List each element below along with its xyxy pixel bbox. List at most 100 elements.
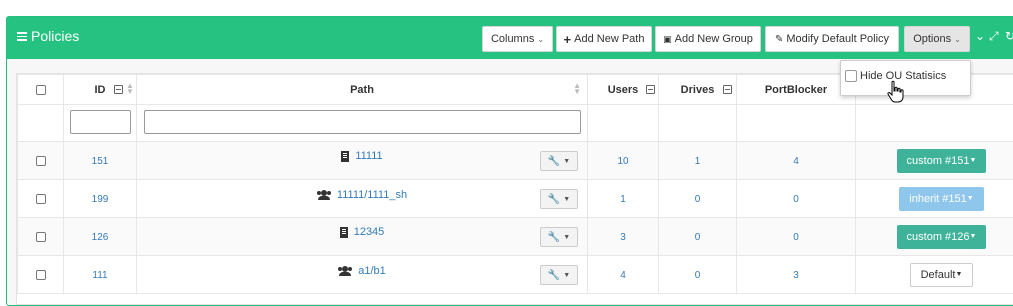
row-checkbox[interactable] [36, 194, 46, 204]
id-cell: 199 [64, 180, 137, 218]
policy-cell: custom #126▼ [856, 218, 1013, 256]
add-new-group-button[interactable]: ▣ Add New Group [655, 26, 761, 52]
path-header[interactable]: Path ▲▼ [137, 75, 588, 105]
expand-icon[interactable]: ⤢ [989, 29, 999, 44]
hide-ou-checkbox[interactable] [845, 70, 857, 82]
sort-icon[interactable]: ▲▼ [573, 83, 581, 95]
select-all-checkbox[interactable] [36, 85, 46, 95]
sort-icon[interactable]: ▲▼ [126, 83, 134, 95]
wrench-icon: 🔧 [548, 194, 560, 205]
filter-row [18, 105, 1013, 142]
caret-down-icon: ▼ [563, 234, 570, 241]
id-header[interactable]: ID ▲▼ [64, 75, 137, 105]
policy-cell: Default▼ [856, 256, 1013, 294]
portblocker-link[interactable]: 3 [793, 270, 799, 281]
filter-cell-empty [856, 105, 1013, 142]
plus-icon: + [564, 32, 572, 47]
users-header-label: Users [608, 84, 639, 96]
drives-header-label: Drives [681, 84, 715, 96]
modify-default-policy-button[interactable]: ✎ Modify Default Policy [765, 26, 899, 52]
id-cell: 126 [64, 218, 137, 256]
options-label: Options [913, 33, 951, 45]
drives-cell: 0 [659, 180, 737, 218]
users-link[interactable]: 10 [617, 156, 628, 167]
policy-label: inherit #151 [909, 193, 967, 205]
collapse-column-icon[interactable] [723, 85, 732, 94]
drives-link[interactable]: 0 [695, 270, 701, 281]
policies-table: ID ▲▼ Path ▲▼ Users Drives PortBloc [17, 74, 1013, 294]
id-link[interactable]: 111 [92, 270, 107, 281]
wrench-dropdown-button[interactable]: 🔧▼ [540, 189, 578, 209]
table-row: 126 12345 🔧▼ 3 0 0 custom #126▼ [18, 218, 1013, 256]
policy-label: custom #151 [907, 155, 970, 167]
wrench-icon: 🔧 [548, 232, 560, 243]
portblocker-header[interactable]: PortBlocker [737, 75, 856, 105]
users-link[interactable]: 4 [620, 270, 626, 281]
filter-cell-empty [737, 105, 856, 142]
caret-down-icon: ▼ [563, 196, 570, 203]
id-cell: 111 [64, 256, 137, 294]
users-link[interactable]: 3 [620, 232, 626, 243]
wrench-dropdown-button[interactable]: 🔧▼ [540, 151, 578, 171]
row-checkbox[interactable] [36, 232, 46, 242]
users-cell: 4 [588, 256, 659, 294]
caret-down-icon: ▼ [955, 271, 962, 278]
path-link[interactable]: 12345 [354, 226, 385, 238]
path-link[interactable]: a1/b1 [358, 265, 386, 277]
policy-cell: inherit #151▼ [856, 180, 1013, 218]
options-button[interactable]: Options ⌄ [904, 26, 970, 52]
path-link[interactable]: 11111/1111_sh [337, 189, 407, 201]
id-cell: 151 [64, 142, 137, 180]
wrench-dropdown-button[interactable]: 🔧▼ [540, 265, 578, 285]
policy-label: Default [921, 269, 956, 281]
policy-dropdown-button[interactable]: custom #151▼ [897, 149, 987, 173]
row-select-cell [18, 180, 64, 218]
users-header[interactable]: Users [588, 75, 659, 105]
collapse-column-icon[interactable] [646, 85, 655, 94]
drives-cell: 0 [659, 256, 737, 294]
add-group-label: Add New Group [675, 33, 753, 45]
drives-cell: 0 [659, 218, 737, 256]
collapse-column-icon[interactable] [114, 85, 123, 94]
policies-table-wrapper: ID ▲▼ Path ▲▼ Users Drives PortBloc [16, 73, 1013, 305]
building-icon [340, 227, 348, 238]
portblocker-link[interactable]: 0 [793, 194, 799, 205]
filter-cell-empty [18, 105, 64, 142]
policy-dropdown-button[interactable]: inherit #151▼ [899, 187, 983, 211]
row-checkbox[interactable] [36, 156, 46, 166]
path-link[interactable]: 11111 [355, 150, 382, 162]
portblocker-link[interactable]: 4 [793, 156, 799, 167]
users-cell: 1 [588, 180, 659, 218]
filter-cell-empty [588, 105, 659, 142]
drives-link[interactable]: 0 [695, 232, 701, 243]
policy-dropdown-button[interactable]: Default▼ [910, 263, 974, 287]
id-link[interactable]: 151 [92, 156, 109, 167]
path-cell: a1/b1 🔧▼ [137, 256, 588, 294]
portblocker-cell: 4 [737, 142, 856, 180]
add-new-path-button[interactable]: + Add New Path [556, 26, 652, 52]
path-header-label: Path [350, 84, 374, 96]
id-link[interactable]: 126 [92, 232, 109, 243]
portblocker-link[interactable]: 0 [793, 232, 799, 243]
users-icon [338, 266, 352, 276]
wrench-icon: 🔧 [548, 156, 560, 167]
drives-link[interactable]: 0 [695, 194, 701, 205]
users-cell: 3 [588, 218, 659, 256]
table-row: 111 a1/b1 🔧▼ 4 0 3 Default▼ [18, 256, 1013, 294]
wrench-dropdown-button[interactable]: 🔧▼ [540, 227, 578, 247]
path-filter-input[interactable] [144, 110, 581, 134]
columns-button[interactable]: Columns ⌄ [482, 26, 553, 52]
path-cell: 12345 🔧▼ [137, 218, 588, 256]
drives-link[interactable]: 1 [695, 156, 701, 167]
policy-cell: custom #151▼ [856, 142, 1013, 180]
users-link[interactable]: 1 [620, 194, 626, 205]
id-link[interactable]: 199 [92, 194, 109, 205]
row-select-cell [18, 142, 64, 180]
id-filter-input[interactable] [70, 110, 131, 134]
collapse-chevron-icon[interactable]: ⌄ [975, 29, 985, 43]
refresh-icon[interactable]: ↻ [1005, 29, 1013, 43]
path-cell: 11111 🔧▼ [137, 142, 588, 180]
policy-dropdown-button[interactable]: custom #126▼ [897, 225, 987, 249]
drives-header[interactable]: Drives [659, 75, 737, 105]
row-checkbox[interactable] [36, 270, 46, 280]
